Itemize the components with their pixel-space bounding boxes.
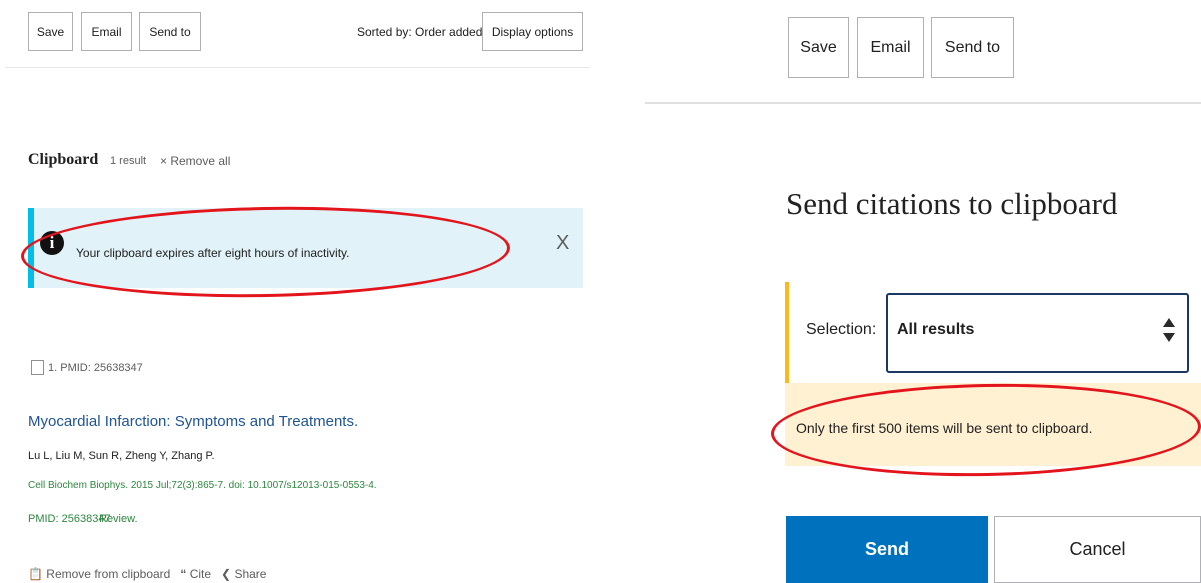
result-checkbox[interactable] [31,360,44,375]
sort-label: Sorted by: Order added [357,25,483,39]
dialog-divider [645,102,1201,104]
email-button-large[interactable]: Email [857,17,924,78]
toolbar-divider [5,67,590,68]
remove-from-clipboard-action[interactable]: 📋 Remove from clipboard [28,567,170,581]
cite-action[interactable]: “ Cite [180,567,211,581]
quote-icon: “ [180,567,187,581]
banner-message: Your clipboard expires after eight hours… [76,246,350,260]
share-icon: ❮ [221,567,232,581]
email-button[interactable]: Email [81,12,132,51]
dialog-title: Send citations to clipboard [786,186,1118,221]
result-header: 1. PMID: 25638347 [48,362,143,374]
selection-value: All results [897,321,975,338]
clipboard-icon: 📋 [28,567,43,581]
remove-from-clipboard-label: Remove from clipboard [46,567,171,581]
result-count: 1 result [110,155,147,167]
article-authors: Lu L, Liu M, Sun R, Zheng Y, Zhang P. [28,450,215,462]
article-citation: Cell Biochem Biophys. 2015 Jul;72(3):865… [28,480,377,491]
warning-message: Only the first 500 items will be sent to… [796,420,1093,436]
cite-label: Cite [189,567,212,581]
send-to-button[interactable]: Send to [139,12,201,51]
clipboard-page: Save Email Send to Sorted by: Order adde… [0,0,600,583]
clipboard-title: Clipboard [28,151,99,168]
close-icon[interactable]: X [556,232,569,255]
send-button[interactable]: Send [786,516,988,583]
display-options-button[interactable]: Display options [482,12,583,51]
article-title-link[interactable]: Myocardial Infarction: Symptoms and Trea… [28,413,358,430]
article-type: Review. [99,513,138,525]
selection-label: Selection: [806,321,877,338]
send-to-button-large[interactable]: Send to [931,17,1014,78]
share-label: Share [234,567,267,581]
select-arrows-icon [1163,318,1175,344]
save-button[interactable]: Save [28,12,73,51]
cancel-button[interactable]: Cancel [994,516,1201,583]
result-actions: 📋 Remove from clipboard “ Cite ❮ Share [28,567,266,581]
info-icon: i [40,231,64,255]
remove-all-link[interactable]: × Remove all [160,154,230,168]
save-button-large[interactable]: Save [788,17,849,78]
share-action[interactable]: ❮ Share [221,567,266,581]
